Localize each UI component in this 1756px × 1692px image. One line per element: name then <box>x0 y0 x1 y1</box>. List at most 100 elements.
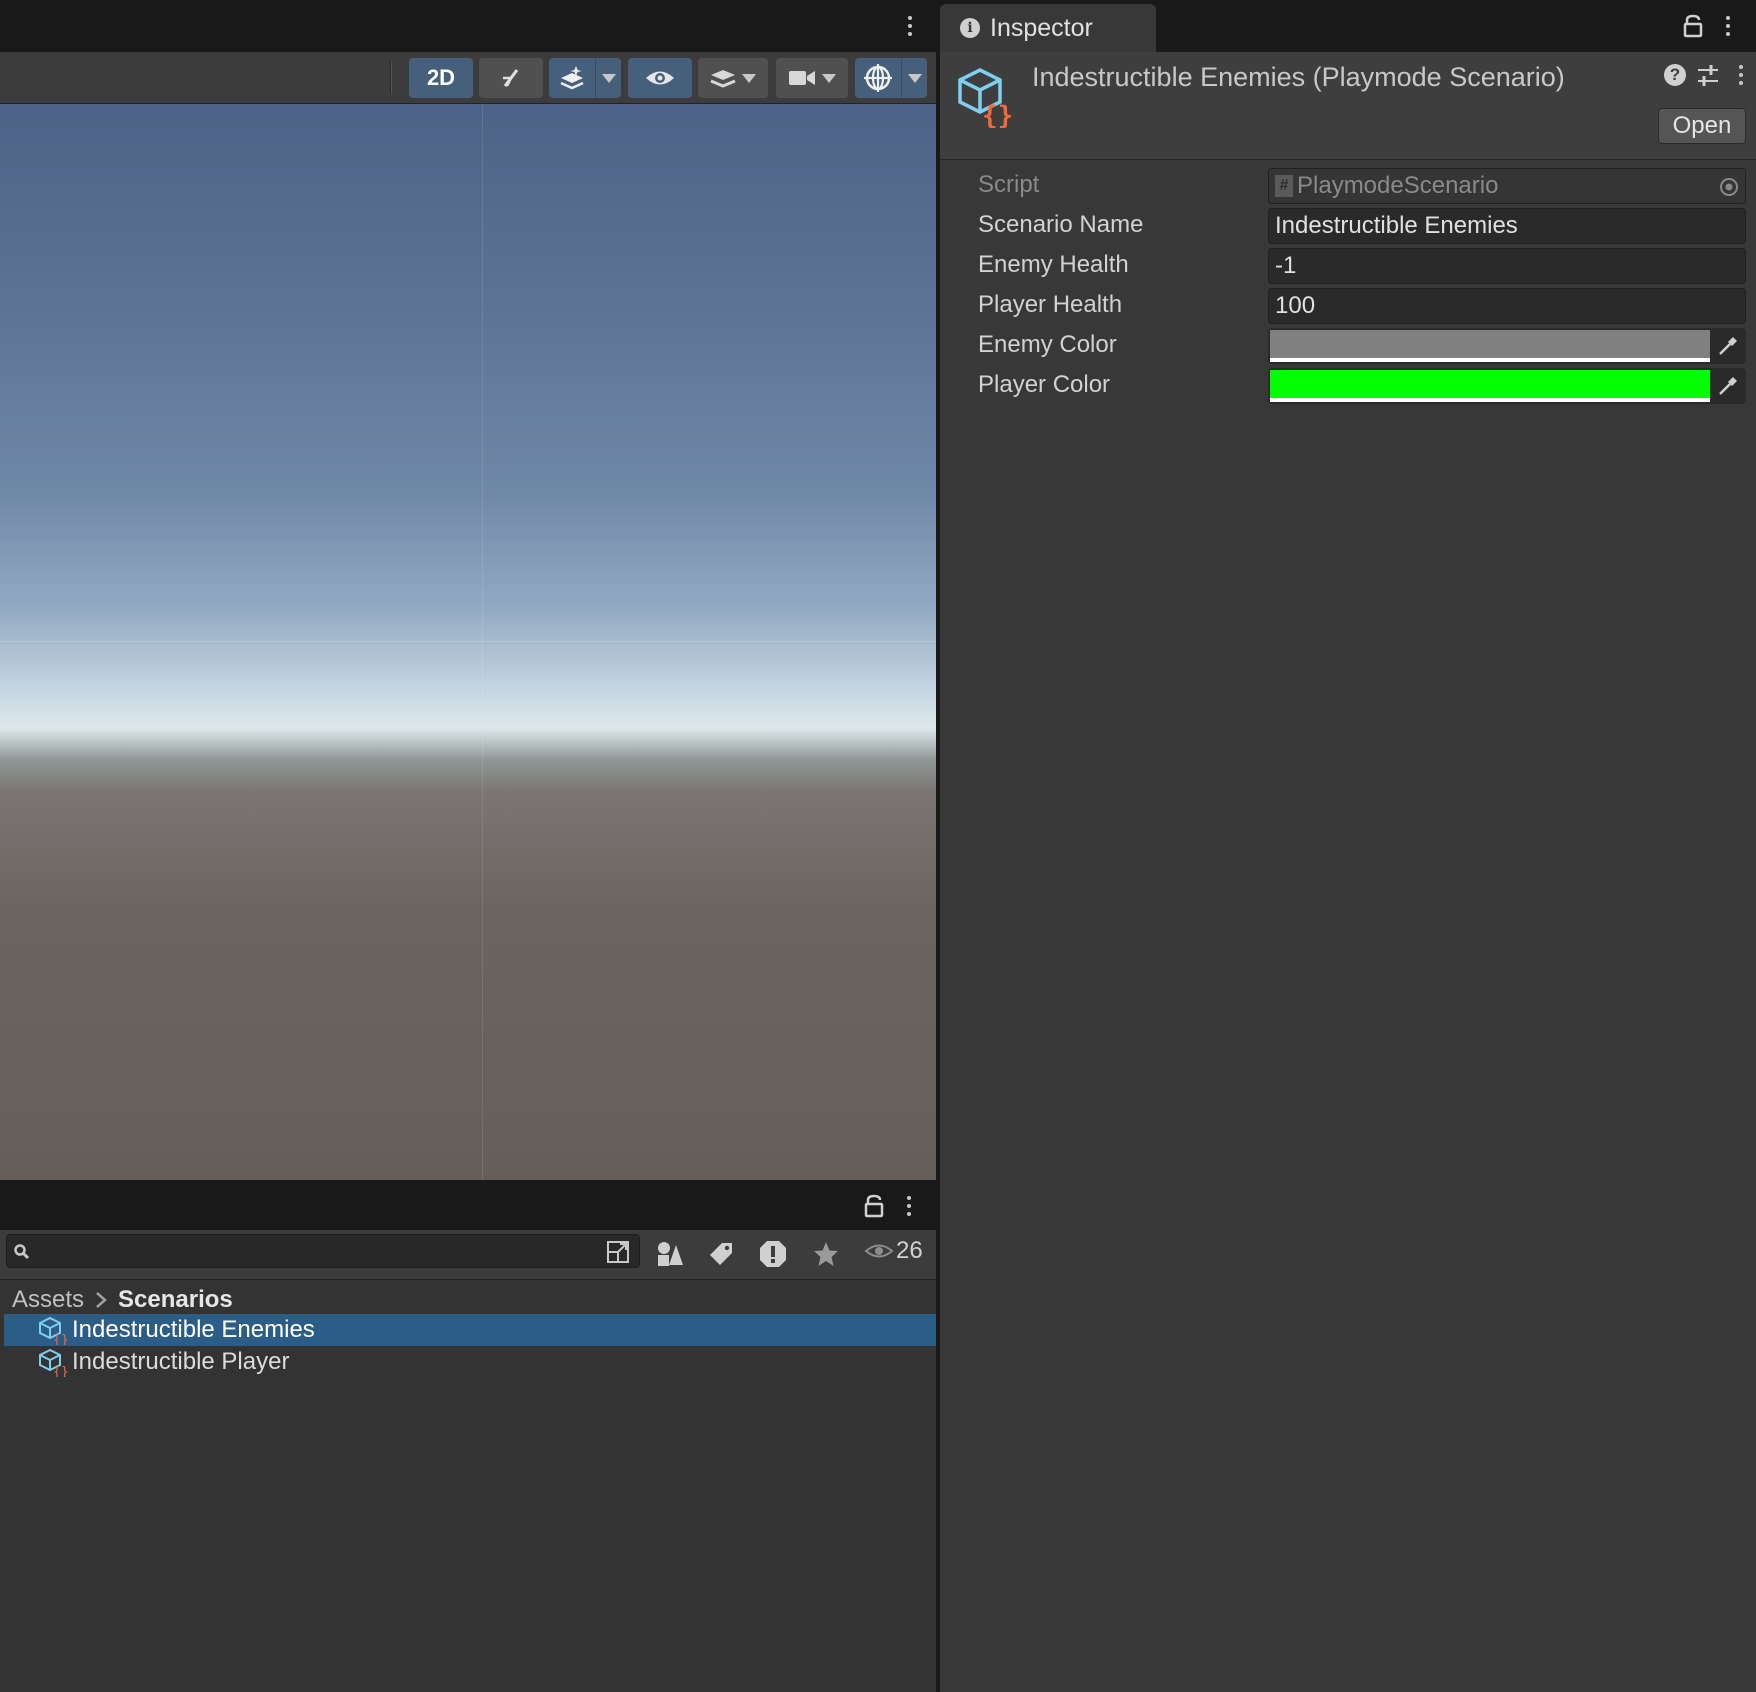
enemy-health-field[interactable]: -1 <box>1268 248 1746 284</box>
tab-inspector[interactable]: i Inspector <box>940 4 1156 52</box>
property-enemy-color: Enemy Color <box>940 326 1756 366</box>
warning-icon <box>760 1241 786 1267</box>
scenario-name-field[interactable]: Indestructible Enemies <box>1268 208 1746 244</box>
scene-visibility-button[interactable] <box>628 58 692 98</box>
chevron-down-icon <box>601 73 616 83</box>
camera-icon <box>789 71 815 85</box>
gizmos-dropdown-button[interactable] <box>901 58 927 98</box>
eyedropper-icon <box>1719 337 1737 355</box>
asset-name: Indestructible Player <box>72 1348 290 1375</box>
lighting-toggle-button[interactable] <box>479 58 543 98</box>
search-input[interactable] <box>6 1234 640 1268</box>
lock-icon[interactable] <box>1683 14 1703 38</box>
gizmos-globe-icon <box>864 64 892 92</box>
property-label: Scenario Name <box>978 211 1144 238</box>
fx-button[interactable] <box>549 58 595 98</box>
favorites-button[interactable] <box>802 1232 850 1276</box>
svg-text:{}: {} <box>982 101 1013 128</box>
log-types-button[interactable] <box>749 1232 797 1276</box>
tag-icon <box>710 1243 732 1265</box>
lock-icon[interactable] <box>864 1194 884 1218</box>
chevron-down-icon <box>742 73 756 83</box>
info-icon: i <box>960 18 980 38</box>
breadcrumb-current[interactable]: Scenarios <box>118 1286 233 1314</box>
scene-more-options-icon[interactable] <box>900 12 920 40</box>
fx-layers-icon <box>560 66 584 90</box>
svg-text:{}: {} <box>53 1365 68 1377</box>
property-enemy-health: Enemy Health -1 <box>940 246 1756 286</box>
inspector-more-options-icon[interactable] <box>1718 12 1738 40</box>
alpha-bar <box>1270 398 1710 402</box>
player-color-field[interactable] <box>1268 368 1746 404</box>
color-swatch[interactable] <box>1270 330 1710 358</box>
horizon-line <box>0 641 936 642</box>
chevron-down-icon <box>822 73 836 83</box>
asset-list: {} Indestructible Enemies {} Indestructi… <box>4 1314 936 1378</box>
open-button[interactable]: Open <box>1658 108 1746 144</box>
alpha-bar <box>1270 358 1710 362</box>
property-label: Player Color <box>978 371 1111 398</box>
toolbar-separator <box>390 62 392 94</box>
search-in-window-icon[interactable] <box>605 1239 631 1265</box>
search-by-type-button[interactable] <box>646 1232 694 1276</box>
inspector-panel: i Inspector {} Indestructible Enemies (P… <box>940 0 1756 1692</box>
csharp-script-icon: # <box>1275 175 1293 197</box>
list-item[interactable]: {} Indestructible Player <box>4 1346 936 1378</box>
search-icon <box>14 1244 30 1260</box>
tab-label: Inspector <box>990 13 1093 42</box>
script-field[interactable]: # PlaymodeScenario <box>1268 168 1746 204</box>
scene-panel: 2D <box>0 0 936 1180</box>
gizmos-button[interactable] <box>855 58 901 98</box>
breadcrumb-root[interactable]: Assets <box>12 1286 84 1314</box>
scene-viewport[interactable] <box>0 104 936 1180</box>
property-label: Enemy Color <box>978 331 1117 358</box>
svg-text:{}: {} <box>53 1333 68 1345</box>
shapes-filter-icon <box>658 1242 683 1266</box>
scene-tab-bar <box>0 0 936 52</box>
project-more-options-icon[interactable] <box>899 1192 919 1220</box>
star-icon <box>814 1242 838 1266</box>
help-icon[interactable]: ? <box>1664 64 1686 86</box>
hidden-packages-toggle[interactable] <box>864 1240 894 1267</box>
eye-icon <box>864 1244 894 1258</box>
property-scenario-name: Scenario Name Indestructible Enemies <box>940 206 1756 246</box>
search-by-label-button[interactable] <box>697 1232 745 1276</box>
property-player-health: Player Health 100 <box>940 286 1756 326</box>
chevron-right-icon <box>96 1292 107 1308</box>
eyedropper-button[interactable] <box>1712 330 1744 362</box>
asset-name: Indestructible Enemies <box>72 1316 315 1343</box>
eyedropper-button[interactable] <box>1712 370 1744 402</box>
component-more-options-icon[interactable] <box>1731 61 1751 89</box>
object-picker-icon[interactable] <box>1719 177 1739 197</box>
presets-sliders-icon[interactable] <box>1696 64 1720 88</box>
layers-dropdown-button[interactable] <box>698 58 768 98</box>
eyedropper-icon <box>1719 377 1737 395</box>
project-panel: 26 Assets Scenarios {} Indestructible En… <box>0 1180 936 1692</box>
scenario-asset-icon: {} <box>958 68 1013 128</box>
layers-icon <box>710 70 736 88</box>
scenario-asset-icon: {} <box>39 1348 68 1377</box>
page-title: Indestructible Enemies (Playmode Scenari… <box>1032 62 1565 92</box>
2d-mode-label: 2D <box>426 65 456 90</box>
grid-line-vertical <box>482 104 483 1180</box>
project-tab-bar <box>0 1180 936 1230</box>
fx-dropdown-button[interactable] <box>595 58 621 98</box>
camera-dropdown-button[interactable] <box>776 58 848 98</box>
2d-mode-button[interactable]: 2D <box>409 58 473 98</box>
property-label: Enemy Health <box>978 251 1129 278</box>
inspector-tab-bar: i Inspector <box>940 0 1756 52</box>
property-player-color: Player Color <box>940 366 1756 406</box>
script-name: PlaymodeScenario <box>1297 172 1499 199</box>
list-item[interactable]: {} Indestructible Enemies <box>4 1314 936 1346</box>
property-label: Script <box>978 171 1040 198</box>
scenario-asset-icon: {} <box>39 1316 68 1345</box>
inspector-header: {} Indestructible Enemies (Playmode Scen… <box>940 52 1756 160</box>
scene-toolbar: 2D <box>0 52 936 104</box>
property-script: Script # PlaymodeScenario <box>940 166 1756 206</box>
visibility-eye-icon <box>646 71 674 85</box>
enemy-color-field[interactable] <box>1268 328 1746 364</box>
player-health-field[interactable]: 100 <box>1268 288 1746 324</box>
property-label: Player Health <box>978 291 1123 318</box>
package-count: 26 <box>896 1237 923 1264</box>
color-swatch[interactable] <box>1270 370 1710 398</box>
